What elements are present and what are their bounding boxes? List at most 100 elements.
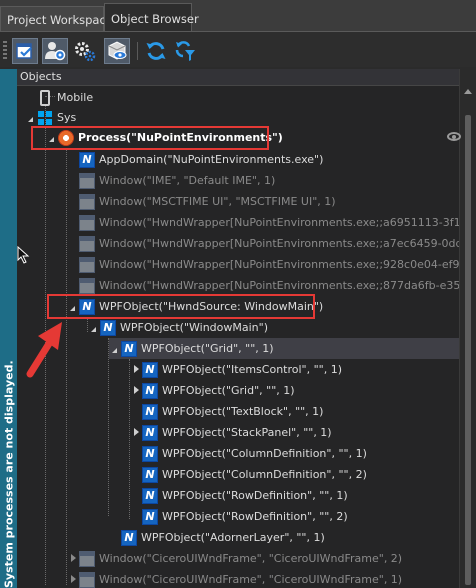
mouse-cursor-icon	[17, 246, 30, 264]
refresh-icon	[146, 42, 166, 60]
wpf-icon: N	[142, 487, 158, 504]
sync-filter-button[interactable]	[172, 38, 198, 64]
visible-objects-button[interactable]	[104, 38, 130, 64]
toolbar	[0, 35, 476, 67]
process-icon	[58, 129, 74, 146]
tree-item-cicero-2[interactable]: Window("CiceroUIWndFrame", "CiceroUIWndF…	[67, 548, 402, 569]
vertical-scrollbar[interactable]	[459, 69, 476, 588]
tree-item-itemscontrol[interactable]: N WPFObject("ItemsControl", "", 1)	[130, 359, 342, 380]
tree-item-adornerlayer[interactable]: N WPFObject("AdornerLayer", "", 1)	[109, 527, 325, 548]
expand-arrow[interactable]	[67, 548, 79, 569]
side-notice: System processes are not displayed.	[0, 69, 17, 588]
tree-item-label: AppDomain("NuPointEnvironments.exe")	[99, 153, 324, 166]
wpf-icon: N	[142, 424, 158, 441]
tree-item-label: WPFObject("HwndSource: WindowMain")	[99, 300, 324, 313]
tree-item-label: Window("HwndWrapper[NuPointEnvironments.…	[99, 279, 459, 292]
tree-item-stackpanel[interactable]: N WPFObject("StackPanel", "", 1)	[130, 422, 332, 443]
scroll-thumb[interactable]	[465, 115, 471, 585]
wpf-icon: N	[142, 445, 158, 462]
tree-item-columndefinition-1[interactable]: N WPFObject("ColumnDefinition", "", 1)	[130, 443, 367, 464]
tree-item-hwndwrapper-1[interactable]: Window("HwndWrapper[NuPointEnvironments.…	[67, 212, 459, 233]
tree-item-label: WPFObject("ItemsControl", "", 1)	[162, 363, 343, 376]
objects-header: Objects	[17, 69, 459, 86]
expand-arrow[interactable]	[25, 107, 37, 128]
tree-item-process[interactable]: Process("NuPointEnvironments")	[46, 127, 283, 148]
tree-item-label: Window("HwndWrapper[NuPointEnvironments.…	[99, 237, 459, 250]
wpf-icon: N	[121, 529, 137, 546]
tree-item-label: Window("CiceroUIWndFrame", "CiceroUIWndF…	[99, 552, 403, 565]
gears-icon	[75, 42, 96, 62]
expand-arrow[interactable]	[109, 338, 121, 359]
expand-arrow[interactable]	[67, 569, 79, 588]
tree-item-hwndwrapper-2[interactable]: Window("HwndWrapper[NuPointEnvironments.…	[67, 233, 459, 254]
objects-panel: Objects Mobile Sys Process("NuPointEnvir…	[17, 69, 459, 588]
refresh-button[interactable]	[143, 38, 169, 64]
tree-item-rowdefinition-1[interactable]: N WPFObject("RowDefinition", "", 1)	[130, 485, 348, 506]
tree-item-label: WPFObject("TextBlock", "", 1)	[162, 405, 324, 418]
tree-item-label: WPFObject("ColumnDefinition", "", 2)	[162, 468, 367, 481]
toolbar-separator	[137, 42, 138, 60]
wpf-icon: N	[142, 403, 158, 420]
tree-item-windowmain[interactable]: N WPFObject("WindowMain")	[88, 317, 268, 338]
settings-button[interactable]	[72, 38, 98, 64]
tab-object-browser[interactable]: Object Browser	[104, 3, 199, 32]
tab-bar: Project Workspace Object Browser	[0, 0, 476, 32]
expand-arrow[interactable]	[88, 317, 100, 338]
tree-item-columndefinition-2[interactable]: N WPFObject("ColumnDefinition", "", 2)	[130, 464, 367, 485]
expand-arrow[interactable]	[46, 127, 58, 148]
sync-filter-icon	[175, 41, 195, 61]
tree-item-appdomain[interactable]: N AppDomain("NuPointEnvironments.exe")	[67, 149, 323, 170]
tree-item-label: Window("IME", "Default IME", 1)	[99, 174, 276, 187]
eye-icon[interactable]	[447, 132, 461, 141]
wpf-icon: N	[142, 361, 158, 378]
tree-item-window-ime[interactable]: Window("IME", "Default IME", 1)	[67, 170, 275, 191]
tree-item-mobile[interactable]: Mobile	[25, 87, 93, 108]
tree-item-hwndsource[interactable]: N WPFObject("HwndSource: WindowMain")	[67, 296, 323, 317]
tree-item-label: WPFObject("StackPanel", "", 1)	[162, 426, 332, 439]
tab-project-workspace[interactable]: Project Workspace	[0, 6, 113, 32]
wpf-icon: N	[142, 508, 158, 525]
expand-arrow[interactable]	[130, 359, 142, 380]
expand-arrow[interactable]	[130, 380, 142, 401]
tree-item-sys[interactable]: Sys	[25, 107, 76, 128]
tree-item-label: Window("CiceroUIWndFrame", "CiceroUIWndF…	[99, 573, 403, 586]
tree-item-label: Window("MSCTFIME UI", "MSCTFIME UI", 1)	[99, 195, 336, 208]
tree-item-window-msctfime[interactable]: Window("MSCTFIME UI", "MSCTFIME UI", 1)	[67, 191, 336, 212]
wpf-icon: N	[79, 151, 95, 168]
tree-item-label: Sys	[57, 111, 77, 124]
mobile-icon	[40, 89, 50, 106]
tree-item-hwndwrapper-4[interactable]: Window("HwndWrapper[NuPointEnvironments.…	[67, 275, 459, 296]
tree-item-textblock[interactable]: N WPFObject("TextBlock", "", 1)	[130, 401, 323, 422]
tree-item-label: WPFObject("Grid", "", 1)	[141, 342, 274, 355]
wpf-icon: N	[142, 382, 158, 399]
window-icon	[79, 172, 95, 189]
wpf-icon: N	[79, 298, 95, 315]
tree-item-rowdefinition-2[interactable]: N WPFObject("RowDefinition", "", 2)	[130, 506, 348, 527]
expand-arrow[interactable]	[67, 296, 79, 317]
windows-icon	[38, 110, 52, 125]
window-icon	[79, 235, 95, 252]
user-gear-icon	[45, 42, 66, 61]
tree-item-label: WPFObject("AdornerLayer", "", 1)	[141, 531, 325, 544]
annotation-arrow	[26, 322, 62, 378]
expand-arrow[interactable]	[130, 422, 142, 443]
side-notice-text: System processes are not displayed.	[2, 360, 15, 588]
user-settings-button[interactable]	[42, 38, 68, 64]
checklist-icon	[16, 43, 32, 59]
wpf-icon: N	[142, 466, 158, 483]
tree-item-cicero-1[interactable]: Window("CiceroUIWndFrame", "CiceroUIWndF…	[67, 569, 402, 588]
window-icon	[79, 256, 95, 273]
tree-item-grid-child[interactable]: N WPFObject("Grid", "", 1)	[130, 380, 295, 401]
wpf-icon: N	[100, 319, 116, 336]
tree-item-grid-selected[interactable]: N WPFObject("Grid", "", 1)	[109, 338, 459, 359]
tree-item-label: WPFObject("ColumnDefinition", "", 1)	[162, 447, 367, 460]
tree-item-hwndwrapper-3[interactable]: Window("HwndWrapper[NuPointEnvironments.…	[67, 254, 459, 275]
window-icon	[79, 214, 95, 231]
tree-item-label: WPFObject("RowDefinition", "", 2)	[162, 510, 348, 523]
scroll-up-arrow[interactable]	[464, 89, 472, 94]
window-icon	[79, 277, 95, 294]
toolbar-grip[interactable]	[3, 41, 7, 61]
window-icon	[79, 550, 95, 567]
checklist-button[interactable]	[12, 38, 38, 64]
tree-item-label: Mobile	[57, 91, 94, 104]
